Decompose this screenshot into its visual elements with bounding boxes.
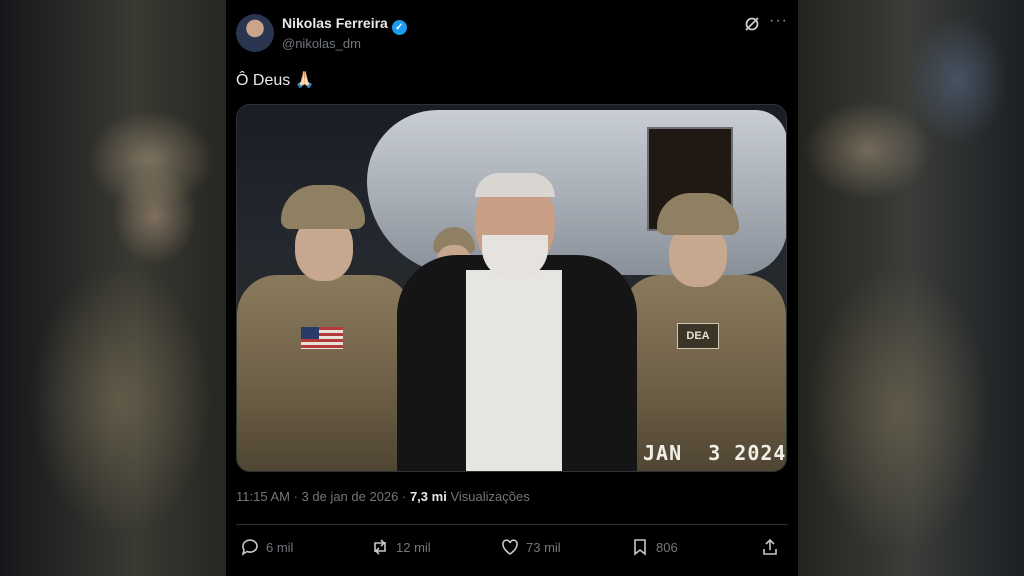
bookmark-button[interactable]: 806 [630,537,678,557]
soldier-left-helmet [281,185,365,229]
author-handle[interactable]: @nikolas_dm [282,36,361,51]
timestamp[interactable]: 11:15 AM · 3 de jan de 2026 · [236,489,406,504]
tweet-card: Nikolas Ferreira ✓ @nikolas_dm ··· Ô Deus… [226,0,798,576]
like-button[interactable]: 73 mil [500,537,561,557]
man-shirt [466,270,562,471]
grok-icon[interactable] [744,16,760,32]
reply-count: 6 mil [266,539,294,555]
soldier-left [237,275,412,471]
author-name[interactable]: Nikolas Ferreira ✓ [282,15,407,35]
verified-badge-icon: ✓ [391,20,407,35]
share-icon [763,538,777,555]
dea-patch: DEA [677,323,719,349]
tweet-meta: 11:15 AM · 3 de jan de 2026 · 7,3 mi Vis… [236,489,530,504]
views-label: Visualizações [450,489,530,504]
man-hair [475,173,555,197]
author-name-text[interactable]: Nikolas Ferreira [282,15,388,31]
bookmark-count: 806 [656,539,678,555]
reply-icon [241,539,258,556]
reply-button[interactable]: 6 mil [240,537,293,557]
heart-icon [502,539,518,555]
more-options-icon[interactable]: ··· [769,12,788,30]
divider [236,524,788,525]
avatar[interactable] [236,14,274,52]
share-button[interactable] [760,537,780,557]
us-flag-patch [301,327,343,349]
views-count: 7,3 mi [409,489,447,504]
blurred-background-right [798,0,1024,576]
repost-icon [374,539,386,555]
repost-count: 12 mil [396,539,431,555]
tweet-image[interactable]: DEA JAN 3 2024 [236,104,787,472]
blurred-background-left [0,0,226,576]
bookmark-icon [634,539,646,556]
date-stamp: JAN 3 2024 [643,441,787,465]
repost-button[interactable]: 12 mil [370,537,431,557]
tweet-text: Ô Deus 🙏🏻 [236,72,315,89]
like-count: 73 mil [526,539,561,555]
